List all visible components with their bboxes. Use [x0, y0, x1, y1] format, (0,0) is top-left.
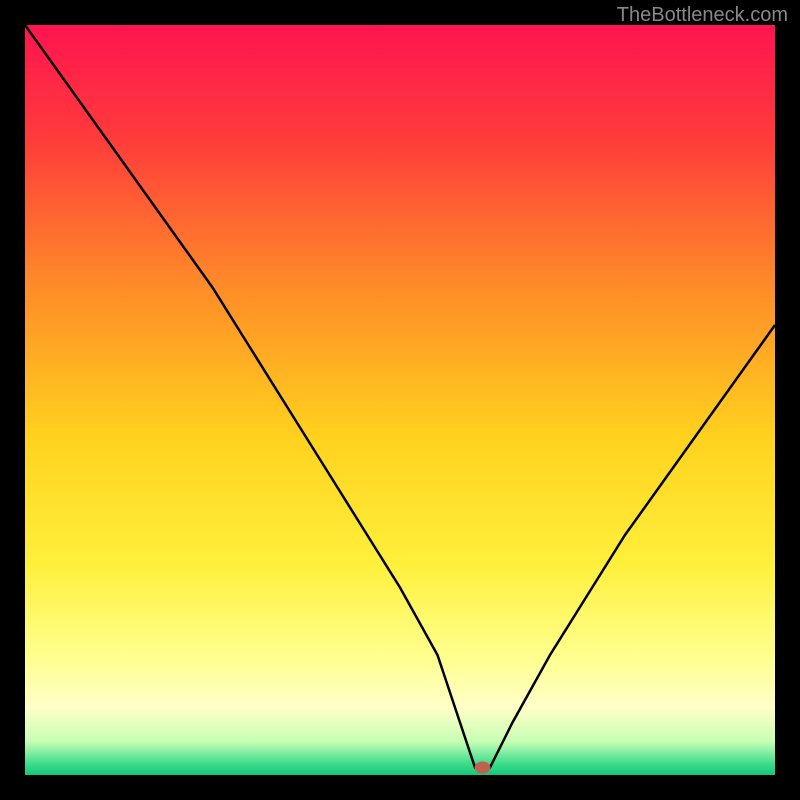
- chart-svg: [25, 25, 775, 775]
- gradient-background: [25, 25, 775, 775]
- chart-container: TheBottleneck.com: [0, 0, 800, 800]
- plot-area: [25, 25, 775, 775]
- optimum-marker: [475, 762, 491, 774]
- watermark-text: TheBottleneck.com: [617, 4, 788, 27]
